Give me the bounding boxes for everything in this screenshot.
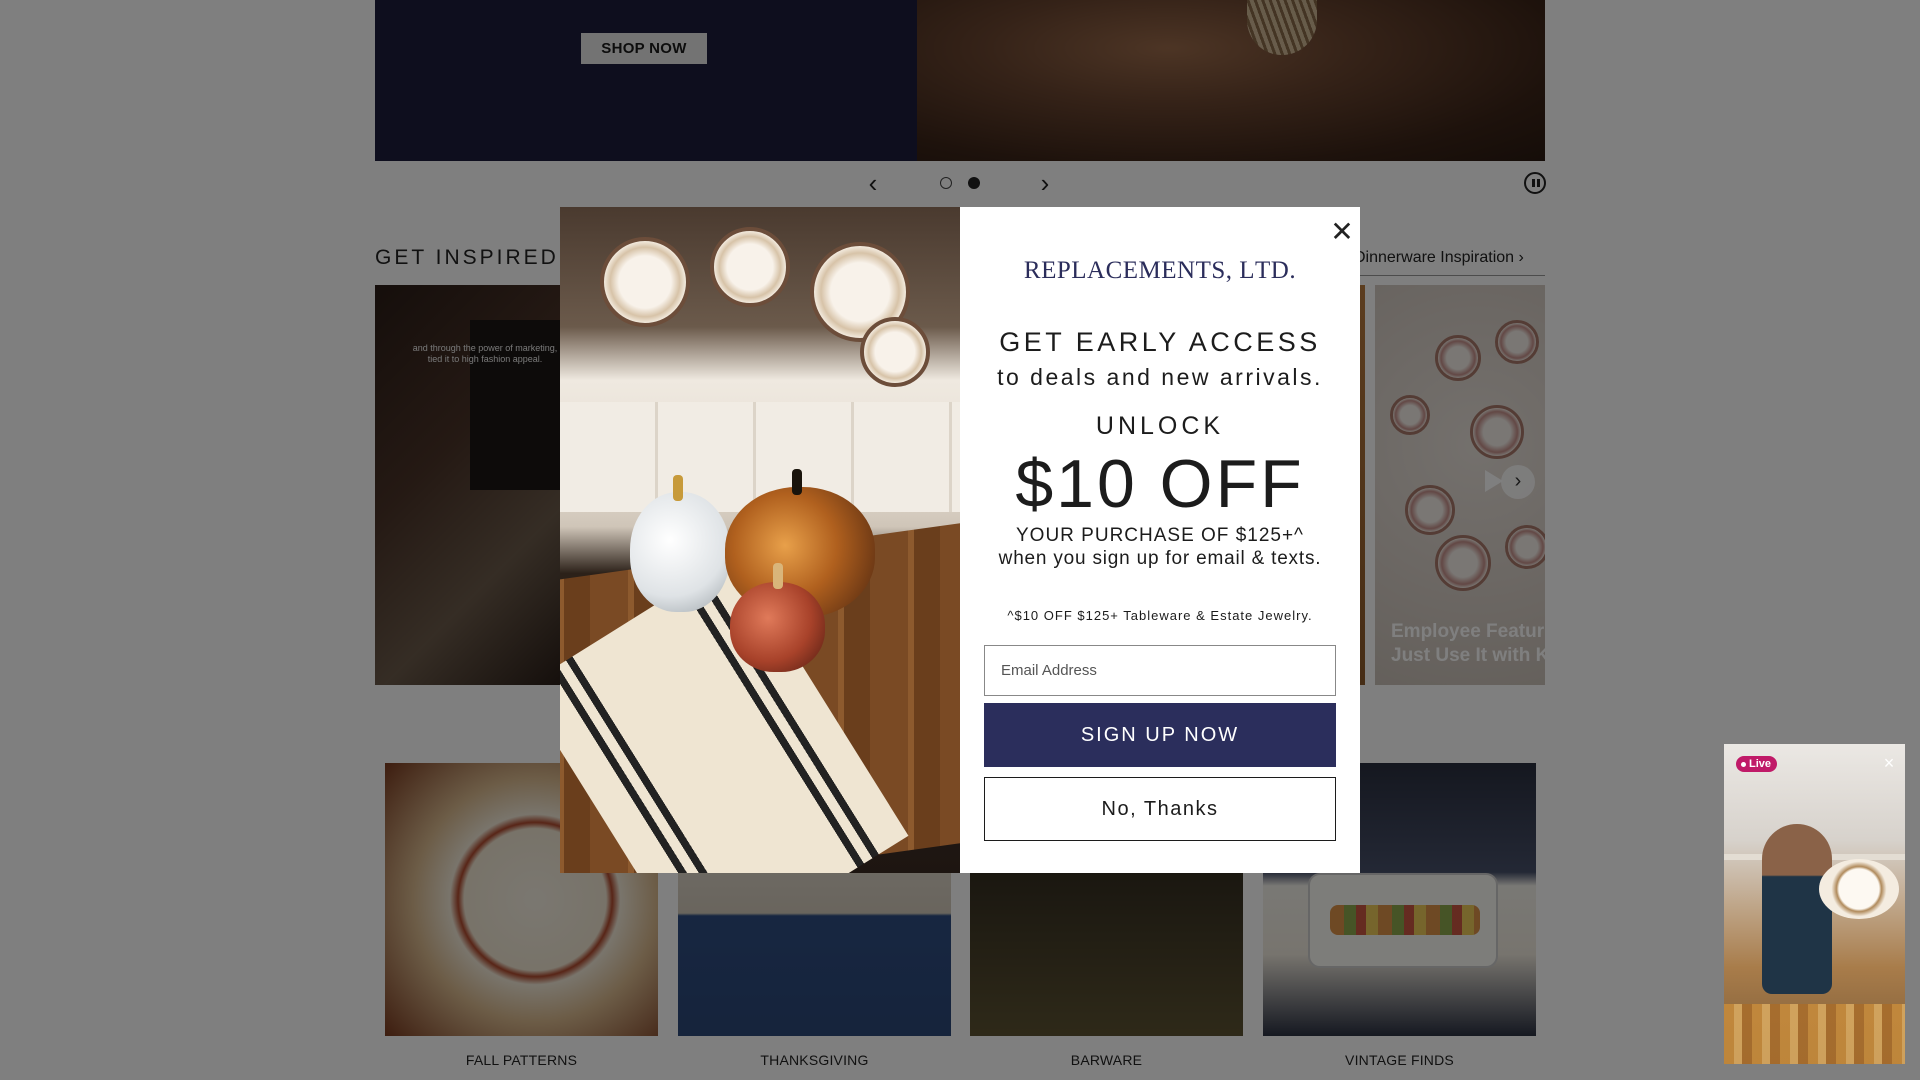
live-dot-icon bbox=[1741, 761, 1746, 767]
pumpkin-stem bbox=[773, 563, 783, 589]
headline: GET EARLY ACCESS bbox=[999, 327, 1321, 357]
plate-image bbox=[710, 227, 790, 307]
logo-part: TD bbox=[1255, 257, 1290, 284]
modal-content: ✕ REPLACEMENTS, LTD. GET EARLY ACCESS to… bbox=[960, 207, 1360, 873]
logo-part: R bbox=[1023, 257, 1042, 284]
presenter-image bbox=[1762, 824, 1832, 994]
fine-print: ^$10 OFF $125+ Tableware & Estate Jewelr… bbox=[1007, 608, 1313, 623]
copper-pumpkin-image bbox=[730, 582, 825, 672]
logo-part: , L bbox=[1225, 257, 1256, 284]
replacements-logo: REPLACEMENTS, LTD. bbox=[960, 257, 1360, 285]
pumpkin-stem bbox=[792, 469, 802, 495]
live-video-widget[interactable]: Live × bbox=[1724, 744, 1905, 1064]
pumpkin-stem bbox=[673, 475, 683, 501]
offer-amount: $10 OFF bbox=[1015, 446, 1305, 522]
tablecloth-image bbox=[1724, 1004, 1905, 1064]
modal-promo-image bbox=[560, 207, 960, 873]
no-thanks-button[interactable]: No, Thanks bbox=[984, 777, 1336, 841]
plate-image bbox=[600, 237, 690, 327]
logo-part: . bbox=[1289, 257, 1297, 284]
live-badge: Live bbox=[1736, 756, 1778, 772]
signup-modal: ✕ REPLACEMENTS, LTD. GET EARLY ACCESS to… bbox=[560, 207, 1360, 873]
white-pumpkin-image bbox=[630, 492, 730, 612]
unlock-text: UNLOCK bbox=[1095, 412, 1225, 440]
close-icon[interactable]: × bbox=[1880, 754, 1898, 772]
purchase-condition: YOUR PURCHASE OF $125+^ bbox=[1016, 525, 1304, 546]
plate-image bbox=[860, 317, 930, 387]
close-icon[interactable]: ✕ bbox=[1330, 218, 1354, 246]
signup-message: when you sign up for email & texts. bbox=[998, 548, 1322, 569]
bowl-image bbox=[1819, 859, 1899, 919]
sign-up-button[interactable]: SIGN UP NOW bbox=[984, 703, 1336, 767]
subheadline: to deals and new arrivals. bbox=[997, 364, 1323, 390]
live-badge-label: Live bbox=[1749, 758, 1772, 770]
email-field[interactable] bbox=[984, 645, 1336, 696]
logo-part: EPLACEMENTS bbox=[1041, 257, 1226, 284]
